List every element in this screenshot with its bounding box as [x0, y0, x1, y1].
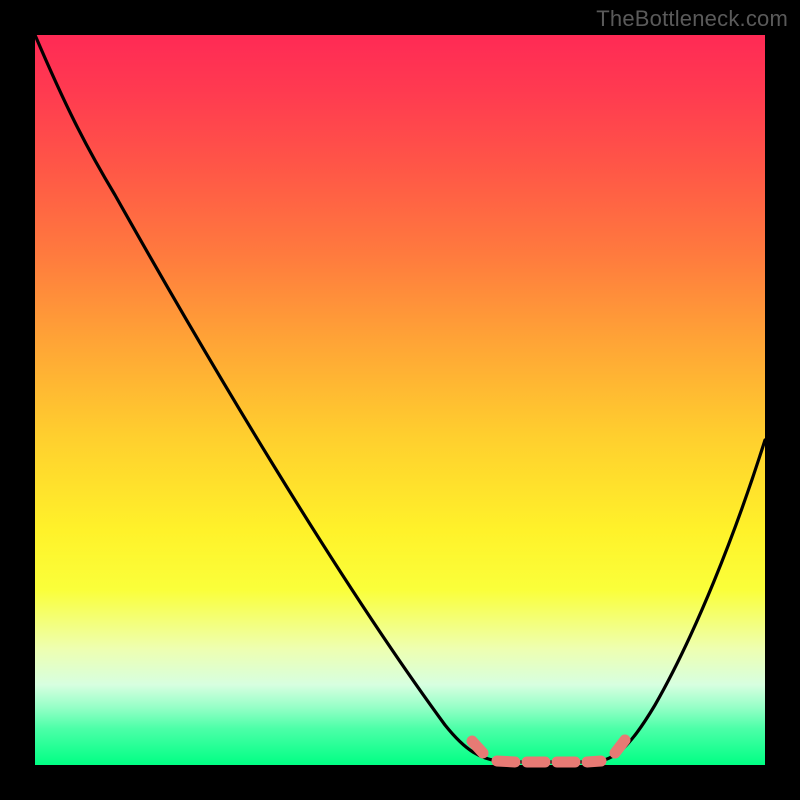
curve-layer [35, 35, 765, 765]
chart-frame: TheBottleneck.com [0, 0, 800, 800]
valley-marker [472, 740, 625, 762]
bottleneck-curve [35, 35, 765, 762]
watermark-text: TheBottleneck.com [596, 6, 788, 32]
